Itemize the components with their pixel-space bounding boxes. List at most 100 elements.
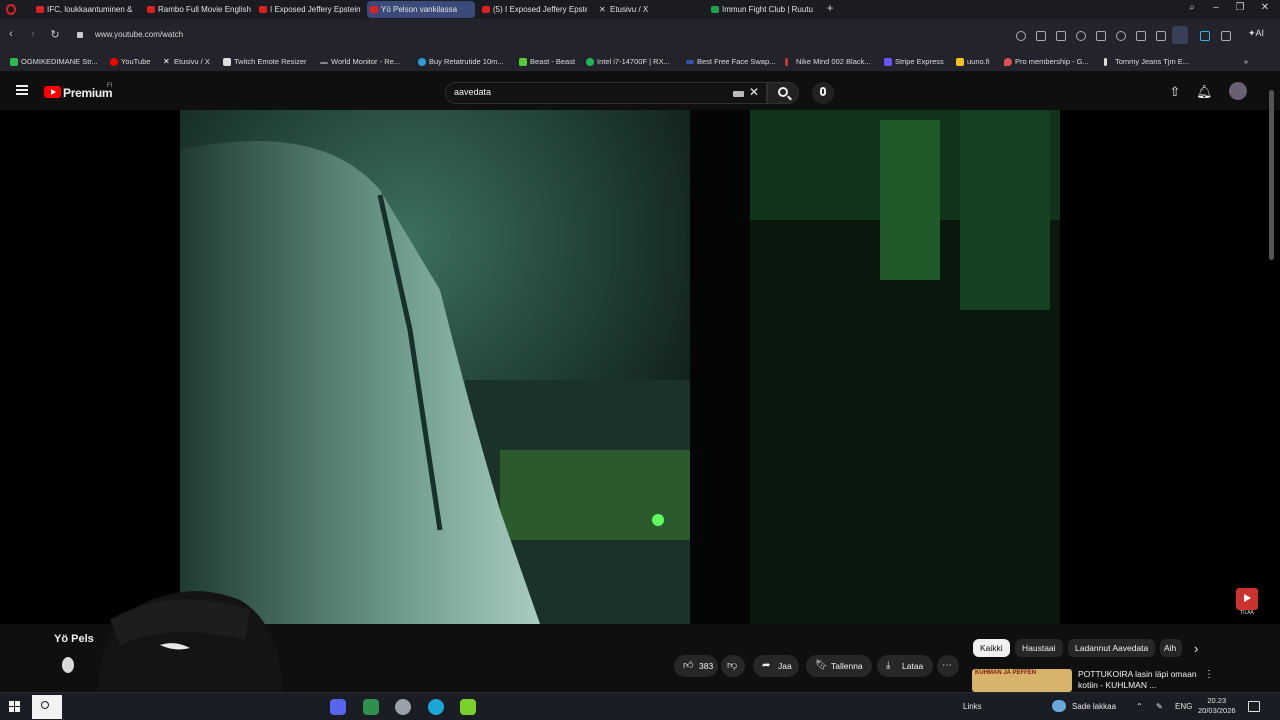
shield-icon[interactable]	[1076, 31, 1086, 41]
green-app-icon[interactable]	[460, 699, 476, 715]
settings-app-icon[interactable]	[395, 699, 411, 715]
bookmark-item[interactable]: World Monitor - Re...	[320, 55, 400, 69]
edit-icon[interactable]	[1036, 31, 1046, 41]
bookmark-icon: 🔖︎	[815, 660, 828, 671]
menu-list-icon[interactable]	[1156, 31, 1166, 41]
search-button[interactable]	[767, 82, 799, 104]
close-window-icon[interactable]: ✕	[1258, 2, 1272, 13]
edge-browser-icon[interactable]	[428, 699, 444, 715]
bookmark-item[interactable]: YouTube	[110, 55, 150, 69]
opera-logo-icon[interactable]	[6, 4, 16, 15]
forward-icon[interactable]: ›	[26, 28, 40, 40]
bookmarks-overflow-icon[interactable]: »	[1244, 55, 1248, 69]
hamburger-menu-icon[interactable]	[16, 85, 28, 95]
back-icon[interactable]: ‹	[4, 28, 18, 40]
upload-icon[interactable]: ⇧	[1167, 84, 1183, 100]
bookmark-item[interactable]: Twitch Emote Resizer	[223, 55, 307, 69]
recommendation-title[interactable]: POTTUKOIRA lasin läpi omaan kotiin - KUH…	[1078, 669, 1200, 691]
tab-exposed-epstein[interactable]: I Exposed Jeffery Epstein	[256, 1, 364, 18]
download-icon[interactable]	[1136, 31, 1146, 41]
notifications-icon[interactable]	[1248, 701, 1260, 712]
bookmark-label: Buy Retatrutide 10m...	[429, 57, 504, 66]
avatar[interactable]	[1229, 82, 1247, 100]
tab-immun-fight-club[interactable]: Immun Fight Club | Ruutu	[708, 1, 820, 18]
leaf-icon	[519, 58, 527, 66]
notepad-icon[interactable]	[363, 699, 379, 715]
pen-tray-icon[interactable]: ✎	[1156, 702, 1163, 711]
more-horizontal-icon: ⋯	[942, 660, 952, 671]
recommendation-more-icon[interactable]: ⋮	[1204, 669, 1214, 680]
youtube-header: Premium FI ✕ ⇧ 🔔︎	[0, 72, 1280, 110]
bookmark-item[interactable]: Intel i7-14700F | RX...	[586, 55, 670, 69]
clock[interactable]: 20.23 20/03/2026	[1198, 696, 1236, 716]
play-extension-icon[interactable]	[1096, 31, 1106, 41]
chip-search[interactable]: Haustaai	[1015, 639, 1063, 657]
youtube-favicon-icon	[370, 6, 378, 13]
recommendation-thumbnail[interactable]: KUHMAN JA PEFFEN	[972, 669, 1072, 692]
tab-ifc[interactable]: IFC, loukkaantuminen &	[33, 1, 141, 18]
tray-chevron-icon[interactable]: ⌃	[1136, 702, 1143, 711]
tab-x-etusivu[interactable]: ✕ Etusivu / X	[596, 1, 704, 18]
bookmark-item[interactable]: Best Free Face Swap...	[686, 55, 775, 69]
bookmark-item[interactable]: OGMIKEDIMANE Str...	[10, 55, 98, 69]
youtube-logo-icon[interactable]	[44, 86, 61, 98]
save-button[interactable]: 🔖︎ Tallenna	[806, 655, 872, 677]
tab-exposed-epstein-2[interactable]: (5) I Exposed Jeffery Epste	[479, 1, 587, 18]
voice-search-button[interactable]	[812, 82, 834, 104]
bookmark-item[interactable]: Buy Retatrutide 10m...	[418, 55, 504, 69]
scrollbar-thumb[interactable]	[1269, 90, 1274, 260]
translate-extension-icon[interactable]	[1200, 31, 1210, 41]
chips-next-icon[interactable]: ›	[1194, 641, 1198, 656]
maximize-icon[interactable]: ❐	[1233, 2, 1247, 13]
download-button[interactable]: ⤓ Lataa	[877, 655, 933, 677]
subscribe-watermark-icon[interactable]	[1236, 588, 1258, 610]
chip-uploaded-by[interactable]: Ladannut Aavedata	[1068, 639, 1156, 657]
links-toolbar[interactable]: Links	[963, 702, 982, 711]
profile-icon[interactable]	[1172, 26, 1188, 44]
search-page-icon[interactable]	[1016, 31, 1026, 41]
search-input[interactable]	[454, 87, 714, 97]
bookmark-item[interactable]: Beast - Beast	[519, 55, 575, 69]
discord-icon[interactable]	[330, 699, 346, 715]
weather-text[interactable]: Sade lakkaa	[1072, 702, 1116, 711]
like-button[interactable]: 👍︎ 383	[674, 655, 718, 677]
bookmark-label: uuno.fi	[967, 57, 990, 66]
chip-all[interactable]: Kaikki	[973, 639, 1010, 657]
notifications-bell-icon[interactable]: 🔔︎	[1196, 84, 1213, 100]
tab-rambo[interactable]: Rambo Full Movie English	[144, 1, 252, 18]
x-logo-icon: ✕	[599, 5, 606, 14]
ai-button[interactable]: ✦AI	[1248, 28, 1264, 39]
camera-icon[interactable]	[1056, 31, 1066, 41]
keyboard-icon[interactable]	[733, 91, 744, 97]
dislike-button[interactable]: 👎︎	[721, 655, 745, 677]
more-actions-button[interactable]: ⋯	[937, 655, 959, 677]
youtube-favicon-icon	[147, 6, 155, 13]
search-tabs-icon[interactable]: ⌕	[1185, 2, 1199, 13]
thumbnail-text: KUHMAN JA PEFFEN	[975, 670, 1037, 676]
bookmark-item[interactable]: ✕ Etusivu / X	[163, 55, 210, 69]
windows-start-icon[interactable]	[9, 701, 21, 713]
bookmark-item[interactable]: Stripe Express	[884, 55, 944, 69]
minimize-icon[interactable]: –	[1209, 2, 1223, 13]
reload-icon[interactable]: ↻	[48, 28, 62, 41]
taskbar-search-box[interactable]	[32, 695, 62, 719]
url-field[interactable]: www.youtube.com/watch	[95, 30, 183, 39]
video-player[interactable]: TILAA	[0, 110, 1280, 624]
tab-label: Etusivu / X	[610, 5, 649, 14]
ruutu-favicon-icon	[711, 6, 719, 13]
bookmark-item[interactable]: Tommy Jeans Tjm E...	[1104, 55, 1189, 69]
heart-icon[interactable]	[1116, 31, 1126, 41]
clear-search-icon[interactable]: ✕	[749, 85, 759, 99]
tab-yo-pelson-active[interactable]: Yö Pelson vankilassa	[367, 1, 475, 18]
bookmark-item[interactable]: Nike Mind 002 Black...	[785, 55, 871, 69]
bookmark-item[interactable]: Pro membership - G...	[1004, 55, 1089, 69]
language-indicator[interactable]: ENG	[1175, 702, 1192, 711]
new-tab-button[interactable]: +	[823, 1, 837, 15]
cube-extension-icon[interactable]	[1221, 31, 1231, 41]
youtube-premium-wordmark[interactable]: Premium	[63, 86, 113, 100]
chip-related[interactable]: Aih	[1160, 639, 1182, 657]
share-button[interactable]: ➦ Jaa	[753, 655, 799, 677]
like-count: 383	[699, 661, 714, 671]
bookmark-item[interactable]: uuno.fi	[956, 55, 990, 69]
region-code: FI	[107, 83, 113, 89]
